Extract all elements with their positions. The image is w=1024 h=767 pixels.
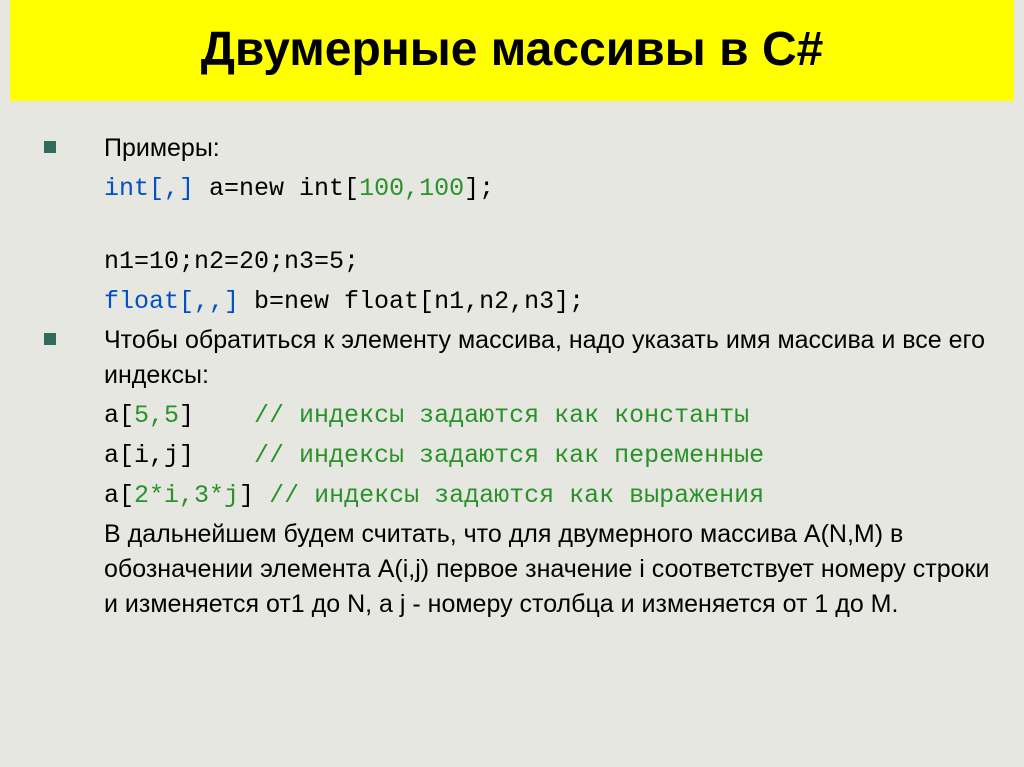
spacer xyxy=(24,210,1000,244)
code-seg: a[i,j] xyxy=(104,441,254,470)
slide: Двумерные массивы в C# Примеры: int[,] a… xyxy=(0,0,1024,767)
bullet-col xyxy=(24,131,104,153)
code-brackets: [,] xyxy=(149,174,194,203)
index-row-1: a[5,5] // индексы задаются как константы xyxy=(24,397,1000,433)
bullet-icon xyxy=(44,141,56,153)
code-row-2: n1=10;n2=20;n3=5; xyxy=(24,244,1000,279)
index-row-2: a[i,j] // индексы задаются как переменны… xyxy=(24,437,1000,473)
code-seg: a=new int[ xyxy=(194,174,359,203)
paragraph-row: В дальнейшем будем считать, что для двум… xyxy=(24,517,1000,622)
code-seg: ] xyxy=(239,481,269,510)
code-type: int xyxy=(104,174,149,203)
bullet-row-2: Чтобы обратиться к элементу массива, над… xyxy=(24,323,1000,393)
code-comment: // индексы задаются как переменные xyxy=(254,441,764,470)
code-comment: // индексы задаются как константы xyxy=(254,401,749,430)
index-line-3: a[2*i,3*j] // индексы задаются как выраж… xyxy=(104,477,1000,513)
paragraph-text: В дальнейшем будем считать, что для двум… xyxy=(104,517,1000,622)
bullet-1-label: Примеры: xyxy=(104,131,1000,166)
code-number: 100,100 xyxy=(359,174,464,203)
code-row-3: float[,,] b=new float[n1,n2,n3]; xyxy=(24,283,1000,319)
code-comment: // индексы задаются как выражения xyxy=(269,481,764,510)
code-line-1: int[,] a=new int[100,100]; xyxy=(104,170,1000,206)
title-band: Двумерные массивы в C# xyxy=(10,0,1014,101)
code-number: 5,5 xyxy=(134,401,179,430)
code-seg: ]; xyxy=(464,174,494,203)
code-line-3: float[,,] b=new float[n1,n2,n3]; xyxy=(104,283,1000,319)
code-number: 2*i,3*j xyxy=(134,481,239,510)
code-line-2: n1=10;n2=20;n3=5; xyxy=(104,244,1000,279)
bullet-icon xyxy=(44,333,56,345)
code-seg: a[ xyxy=(104,401,134,430)
content-area: Примеры: int[,] a=new int[100,100]; n1=1… xyxy=(0,101,1024,622)
code-row-1: int[,] a=new int[100,100]; xyxy=(24,170,1000,206)
code-seg: ] xyxy=(179,401,254,430)
slide-title: Двумерные массивы в C# xyxy=(201,23,824,76)
code-brackets: [,,] xyxy=(179,287,239,316)
code-seg: a[ xyxy=(104,481,134,510)
index-line-1: a[5,5] // индексы задаются как константы xyxy=(104,397,1000,433)
code-seg: b=new float[n1,n2,n3]; xyxy=(239,287,584,316)
bullet-row-1: Примеры: xyxy=(24,131,1000,166)
code-type: float xyxy=(104,287,179,316)
index-line-2: a[i,j] // индексы задаются как переменны… xyxy=(104,437,1000,473)
bullet-2-text: Чтобы обратиться к элементу массива, над… xyxy=(104,323,1000,393)
bullet-col xyxy=(24,323,104,345)
index-row-3: a[2*i,3*j] // индексы задаются как выраж… xyxy=(24,477,1000,513)
